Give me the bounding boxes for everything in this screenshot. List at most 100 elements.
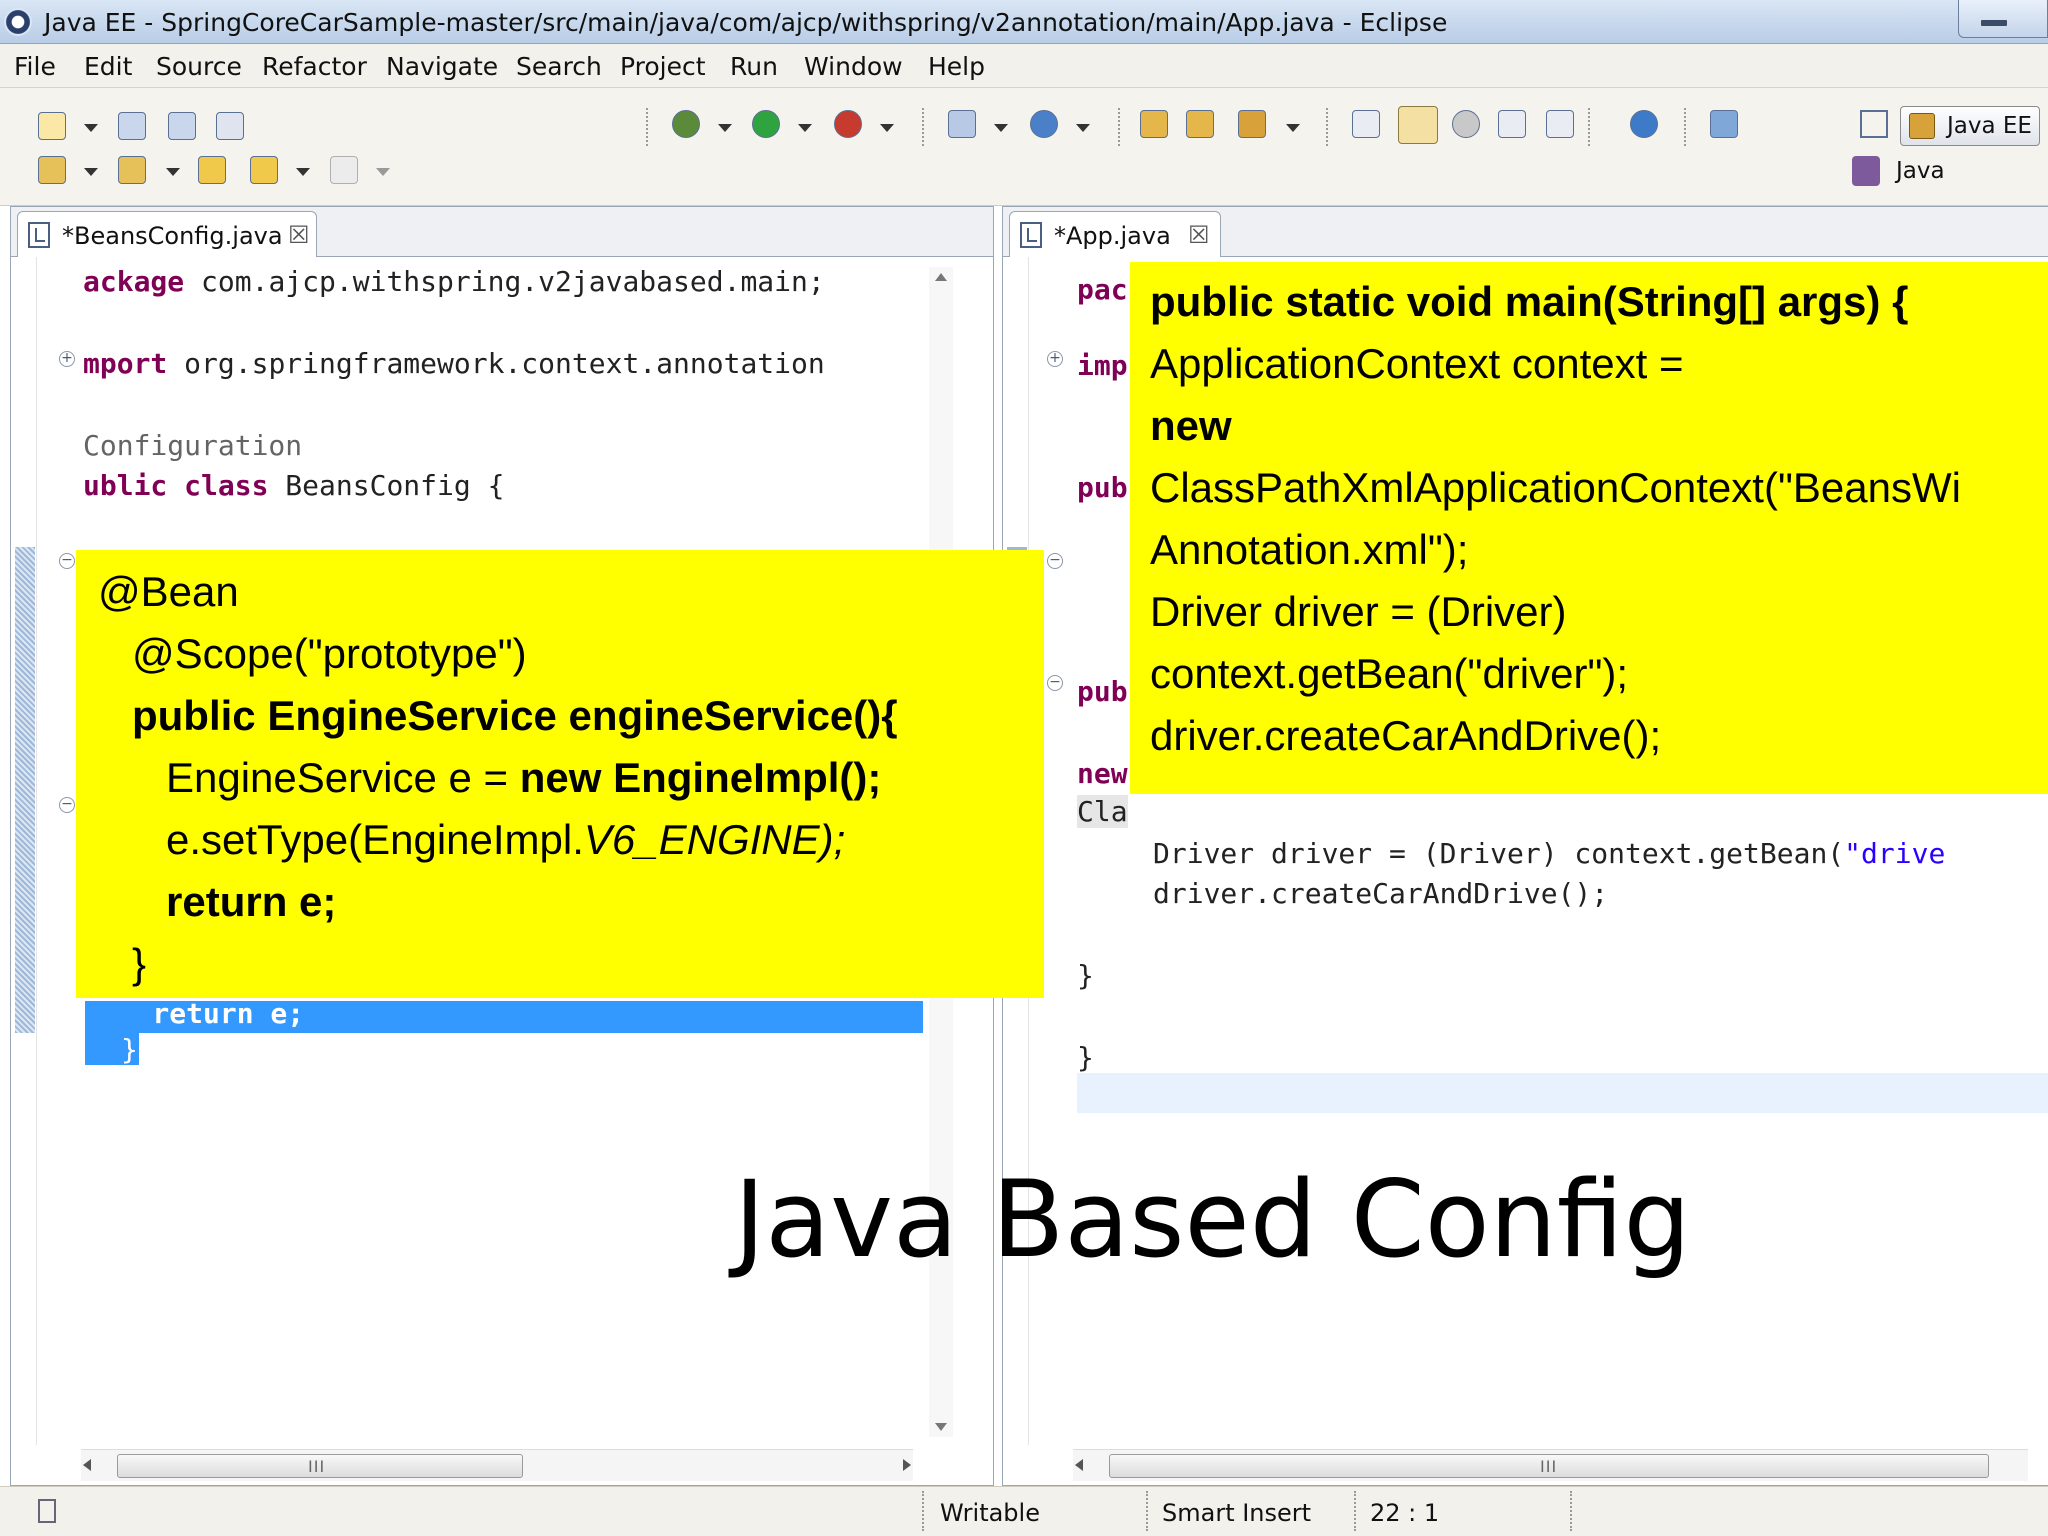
debug-dropdown-icon[interactable] bbox=[718, 124, 732, 132]
forward-dropdown-icon[interactable] bbox=[376, 168, 390, 176]
expand-imports-icon[interactable]: + bbox=[59, 351, 75, 367]
open-perspective-icon[interactable] bbox=[1860, 110, 1888, 138]
previous-annotation-icon[interactable] bbox=[118, 156, 146, 184]
print-icon[interactable] bbox=[216, 112, 244, 140]
save-all-icon[interactable] bbox=[168, 112, 196, 140]
new-server-icon[interactable] bbox=[948, 110, 976, 138]
new-class-dropdown-icon[interactable] bbox=[1076, 124, 1090, 132]
debug-icon[interactable] bbox=[672, 110, 700, 138]
code-line-drive[interactable]: driver.createCarAndDrive(); bbox=[1153, 877, 1608, 910]
window-controls[interactable] bbox=[1958, 0, 2048, 38]
tab-app[interactable]: *App.java ☒ bbox=[1009, 211, 1221, 257]
editor-tabstrip: *App.java ☒ bbox=[1003, 207, 2048, 257]
new-icon[interactable] bbox=[38, 112, 66, 140]
close-icon[interactable]: ☒ bbox=[288, 221, 310, 249]
globe-icon[interactable] bbox=[1630, 110, 1658, 138]
collapse-method-icon[interactable]: − bbox=[59, 553, 75, 569]
open-resource-icon[interactable] bbox=[1186, 110, 1214, 138]
menu-edit[interactable]: Edit bbox=[84, 52, 132, 81]
tab-beansconfig-label: *BeansConfig.java bbox=[62, 222, 283, 250]
menu-navigate[interactable]: Navigate bbox=[386, 52, 498, 81]
code-line-close-method[interactable]: } bbox=[1077, 959, 1094, 992]
new-class-icon[interactable] bbox=[1030, 110, 1058, 138]
status-separator bbox=[922, 1491, 924, 1531]
callout-line: Annotation.xml"); bbox=[1150, 526, 1469, 573]
callout-line: ApplicationContext context = bbox=[1150, 340, 1684, 387]
code-line-getbean[interactable]: Driver driver = (Driver) context.getBean… bbox=[1153, 837, 1945, 870]
menu-bar: File Edit Source Refactor Navigate Searc… bbox=[0, 44, 2048, 88]
code-line-import[interactable]: imp bbox=[1077, 349, 1128, 382]
scrollbar-thumb[interactable]: III bbox=[117, 1454, 523, 1478]
menu-project[interactable]: Project bbox=[620, 52, 706, 81]
scroll-down-icon[interactable] bbox=[935, 1423, 947, 1431]
java-file-icon bbox=[1020, 222, 1042, 248]
next-annotation-dropdown-icon[interactable] bbox=[84, 168, 98, 176]
menu-window[interactable]: Window bbox=[804, 52, 903, 81]
save-icon[interactable] bbox=[118, 112, 146, 140]
perspective-java-label[interactable]: Java bbox=[1896, 158, 1945, 184]
java-perspective-icon[interactable] bbox=[1852, 156, 1880, 186]
menu-refactor[interactable]: Refactor bbox=[262, 52, 367, 81]
run-icon[interactable] bbox=[752, 110, 780, 138]
menu-help[interactable]: Help bbox=[928, 52, 985, 81]
back-dropdown-icon[interactable] bbox=[296, 168, 310, 176]
code-line-class[interactable]: pub bbox=[1077, 471, 1128, 504]
new-dropdown-icon[interactable] bbox=[84, 124, 98, 132]
scrollbar-thumb[interactable]: III bbox=[1109, 1454, 1989, 1478]
forward-icon[interactable] bbox=[330, 156, 358, 184]
next-annotation-icon[interactable] bbox=[38, 156, 66, 184]
server-user-icon[interactable] bbox=[1710, 110, 1738, 138]
code-line-main[interactable]: pub bbox=[1077, 675, 1128, 708]
code-line-close-class[interactable]: } bbox=[1077, 1041, 1094, 1074]
external-tools-icon[interactable] bbox=[834, 110, 862, 138]
horizontal-scrollbar[interactable]: III bbox=[81, 1449, 913, 1481]
last-edit-location-icon[interactable] bbox=[198, 156, 226, 184]
code-line-import[interactable]: mport org.springframework.context.annota… bbox=[83, 347, 825, 380]
toolbar-separator bbox=[1326, 108, 1329, 146]
menu-source[interactable]: Source bbox=[156, 52, 242, 81]
horizontal-scrollbar[interactable]: III bbox=[1073, 1449, 2028, 1481]
show-whitespace-icon[interactable] bbox=[1498, 110, 1526, 138]
search-tool-icon[interactable] bbox=[1238, 110, 1266, 138]
code-line-class[interactable]: ublic class BeansConfig { bbox=[83, 469, 504, 502]
collapse-method-icon[interactable]: − bbox=[1047, 675, 1063, 691]
java-ee-perspective-icon bbox=[1909, 113, 1935, 139]
previous-annotation-dropdown-icon[interactable] bbox=[166, 168, 180, 176]
open-type-icon[interactable] bbox=[1140, 110, 1168, 138]
menu-run[interactable]: Run bbox=[730, 52, 778, 81]
fast-view-icon[interactable] bbox=[38, 1499, 56, 1523]
scroll-left-icon[interactable] bbox=[1075, 1459, 1083, 1471]
block-selection-icon[interactable] bbox=[1452, 110, 1480, 138]
expand-imports-icon[interactable]: + bbox=[1047, 351, 1063, 367]
scroll-left-icon[interactable] bbox=[83, 1459, 91, 1471]
menu-search[interactable]: Search bbox=[516, 52, 602, 81]
close-icon[interactable]: ☒ bbox=[1188, 221, 1210, 249]
code-line-new[interactable]: new bbox=[1077, 757, 1128, 790]
collapse-class-icon[interactable]: − bbox=[1047, 553, 1063, 569]
menu-file[interactable]: File bbox=[14, 52, 56, 81]
back-icon[interactable] bbox=[250, 156, 278, 184]
main-toolbar: Java EE Java bbox=[0, 88, 2048, 206]
selected-code-return[interactable]: return e; bbox=[85, 997, 304, 1030]
collapse-method-icon[interactable]: − bbox=[59, 797, 75, 813]
selected-code-brace[interactable]: } bbox=[121, 1033, 138, 1066]
callout-line: ClassPathXmlApplicationContext("BeansWi bbox=[1150, 464, 1961, 511]
code-line-package[interactable]: pac bbox=[1077, 273, 1128, 306]
paragraph-icon[interactable] bbox=[1546, 110, 1574, 138]
status-separator bbox=[1354, 1491, 1356, 1531]
toggle-breadcrumb-icon[interactable] bbox=[1352, 110, 1380, 138]
callout-main-method: public static void main(String[] args) {… bbox=[1130, 262, 2048, 794]
tab-beansconfig[interactable]: *BeansConfig.java ☒ bbox=[17, 211, 317, 257]
scroll-up-icon[interactable] bbox=[935, 273, 947, 281]
perspective-java-ee-button[interactable]: Java EE bbox=[1900, 106, 2040, 146]
new-server-dropdown-icon[interactable] bbox=[994, 124, 1008, 132]
external-tools-dropdown-icon[interactable] bbox=[880, 124, 894, 132]
code-line-annotation[interactable]: Configuration bbox=[83, 429, 302, 462]
run-dropdown-icon[interactable] bbox=[798, 124, 812, 132]
search-tool-dropdown-icon[interactable] bbox=[1286, 124, 1300, 132]
mark-occurrences-icon[interactable] bbox=[1398, 106, 1438, 144]
scroll-right-icon[interactable] bbox=[903, 1459, 911, 1471]
minimize-icon[interactable] bbox=[1981, 20, 2007, 26]
code-line-package[interactable]: ackage com.ajcp.withspring.v2javabased.m… bbox=[83, 265, 825, 298]
code-line-classpath[interactable]: Cla bbox=[1077, 795, 1128, 828]
